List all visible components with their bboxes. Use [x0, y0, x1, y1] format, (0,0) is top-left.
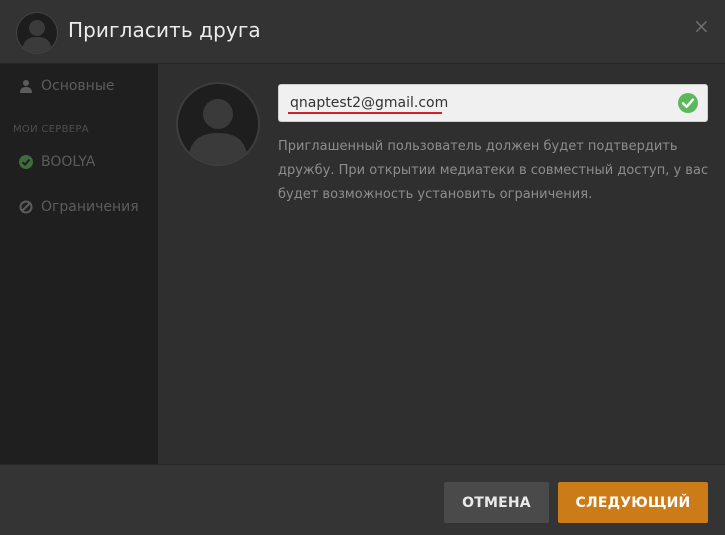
user-avatar-icon: [17, 13, 57, 53]
cancel-button[interactable]: ОТМЕНА: [444, 482, 549, 523]
sidebar-item-label: Основные: [41, 78, 115, 94]
sidebar-item-label: Ограничения: [41, 199, 139, 215]
check-circle-icon: [18, 154, 34, 170]
valid-check-icon: [678, 93, 698, 113]
dialog-footer: ОТМЕНА СЛЕДУЮЩИЙ: [0, 464, 725, 535]
next-button[interactable]: СЛЕДУЮЩИЙ: [558, 482, 708, 523]
sidebar-item-general[interactable]: Основные: [18, 76, 115, 96]
email-input[interactable]: [279, 85, 671, 121]
sidebar: Основные МОИ СЕРВЕРА BOOLYA Ограничения: [0, 64, 158, 464]
help-text: Приглашенный пользователь должен будет п…: [278, 139, 709, 202]
friend-avatar-icon: [178, 84, 258, 164]
close-icon[interactable]: ×: [693, 16, 710, 36]
dialog-header: Пригласить друга ×: [0, 0, 725, 64]
invite-friend-dialog: Пригласить друга × Основные МОИ СЕРВЕРА …: [0, 0, 725, 535]
sidebar-item-restrictions[interactable]: Ограничения: [18, 197, 139, 217]
dialog-title: Пригласить друга: [68, 18, 261, 42]
email-field-container: [278, 84, 708, 122]
sidebar-item-server-boolya[interactable]: BOOLYA: [18, 152, 95, 172]
ban-icon: [18, 199, 34, 215]
sidebar-item-label: BOOLYA: [41, 154, 96, 170]
sidebar-section-label: МОИ СЕРВЕРА: [13, 124, 89, 135]
user-icon: [18, 78, 34, 94]
main-content: Приглашенный пользователь должен будет п…: [158, 64, 725, 464]
